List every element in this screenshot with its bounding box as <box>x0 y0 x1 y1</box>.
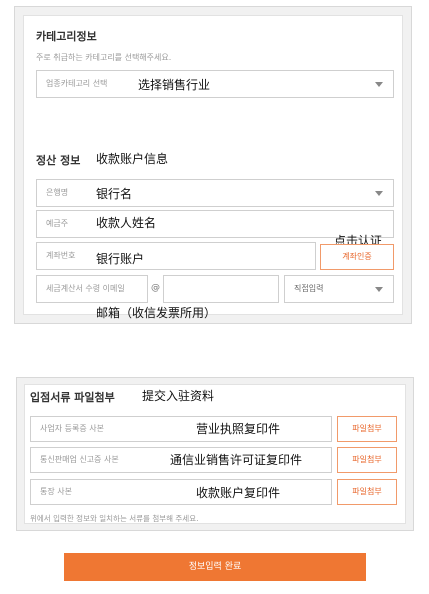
bankbook-placeholder: 통장 사본 <box>40 487 72 496</box>
account-number-placeholder: 계좌번호 <box>46 251 76 260</box>
chevron-down-icon <box>375 82 383 87</box>
business-license-note: 营业执照复印件 <box>196 422 281 436</box>
bank-select-placeholder: 은행명 <box>46 188 69 197</box>
telecom-sales-attach-button[interactable]: 파일첨부 <box>337 447 397 473</box>
documents-title: 입점서류 파일첨부 <box>30 391 115 404</box>
telecom-sales-note: 通信业销售许可证复印件 <box>170 453 303 467</box>
category-select-placeholder: 업종카테고리 선택 <box>46 79 108 88</box>
chevron-down-icon <box>375 191 383 196</box>
business-license-file-field[interactable]: 사업자 등록증 사본 <box>30 416 332 442</box>
telecom-sales-placeholder: 통신판매업 신고증 사본 <box>40 455 119 464</box>
submit-label: 정보입력 완료 <box>188 562 242 572</box>
bank-note: 银行名 <box>96 187 133 201</box>
account-holder-note: 收款人姓名 <box>96 216 157 230</box>
email-domain-select[interactable]: 직접입력 <box>284 275 394 303</box>
category-select[interactable]: 업종카테고리 선택 <box>36 70 394 98</box>
email-domain-input[interactable] <box>163 275 279 303</box>
email-domain-select-label: 직접입력 <box>294 284 324 293</box>
business-license-attach-button[interactable]: 파일첨부 <box>337 416 397 442</box>
account-verify-label: 계좌인증 <box>342 252 372 261</box>
account-number-note: 银行账户 <box>96 252 145 266</box>
tax-email-placeholder: 세금계산서 수령 이메일 <box>46 284 125 293</box>
bankbook-note: 收款账户复印件 <box>196 486 281 500</box>
documents-footnote: 위에서 입력한 정보와 일치하는 서류를 첨부해 주세요. <box>30 514 199 523</box>
tax-email-input[interactable]: 세금계산서 수령 이메일 <box>36 275 148 303</box>
attach-label: 파일첨부 <box>352 455 382 464</box>
account-number-input[interactable]: 계좌번호 <box>36 242 316 270</box>
page: 카테고리정보 주로 취급하는 카테고리를 선택해주세요. 업종카테고리 선택 选… <box>0 0 429 594</box>
tax-email-note: 邮箱（收信发票所用） <box>96 306 217 320</box>
bankbook-attach-button[interactable]: 파일첨부 <box>337 479 397 505</box>
settlement-title: 정산 정보 <box>36 154 81 167</box>
email-at-sign: @ <box>151 283 160 293</box>
settlement-title-note: 收款账户信息 <box>96 152 169 166</box>
category-hint: 주로 취급하는 카테고리를 선택해주세요. <box>36 53 172 62</box>
documents-title-note: 提交入驻资料 <box>142 389 215 403</box>
category-title: 카테고리정보 <box>36 30 97 43</box>
attach-label: 파일첨부 <box>352 424 382 433</box>
category-select-note: 选择销售行业 <box>138 78 211 92</box>
bank-select[interactable]: 은행명 <box>36 179 394 207</box>
business-license-placeholder: 사업자 등록증 사본 <box>40 424 104 433</box>
attach-label: 파일첨부 <box>352 487 382 496</box>
account-verify-button[interactable]: 계좌인증 <box>320 244 394 270</box>
bankbook-file-field[interactable]: 통장 사본 <box>30 479 332 505</box>
account-holder-placeholder: 예금주 <box>46 219 69 228</box>
chevron-down-icon <box>375 287 383 292</box>
submit-button[interactable]: 정보입력 완료 <box>64 553 366 581</box>
